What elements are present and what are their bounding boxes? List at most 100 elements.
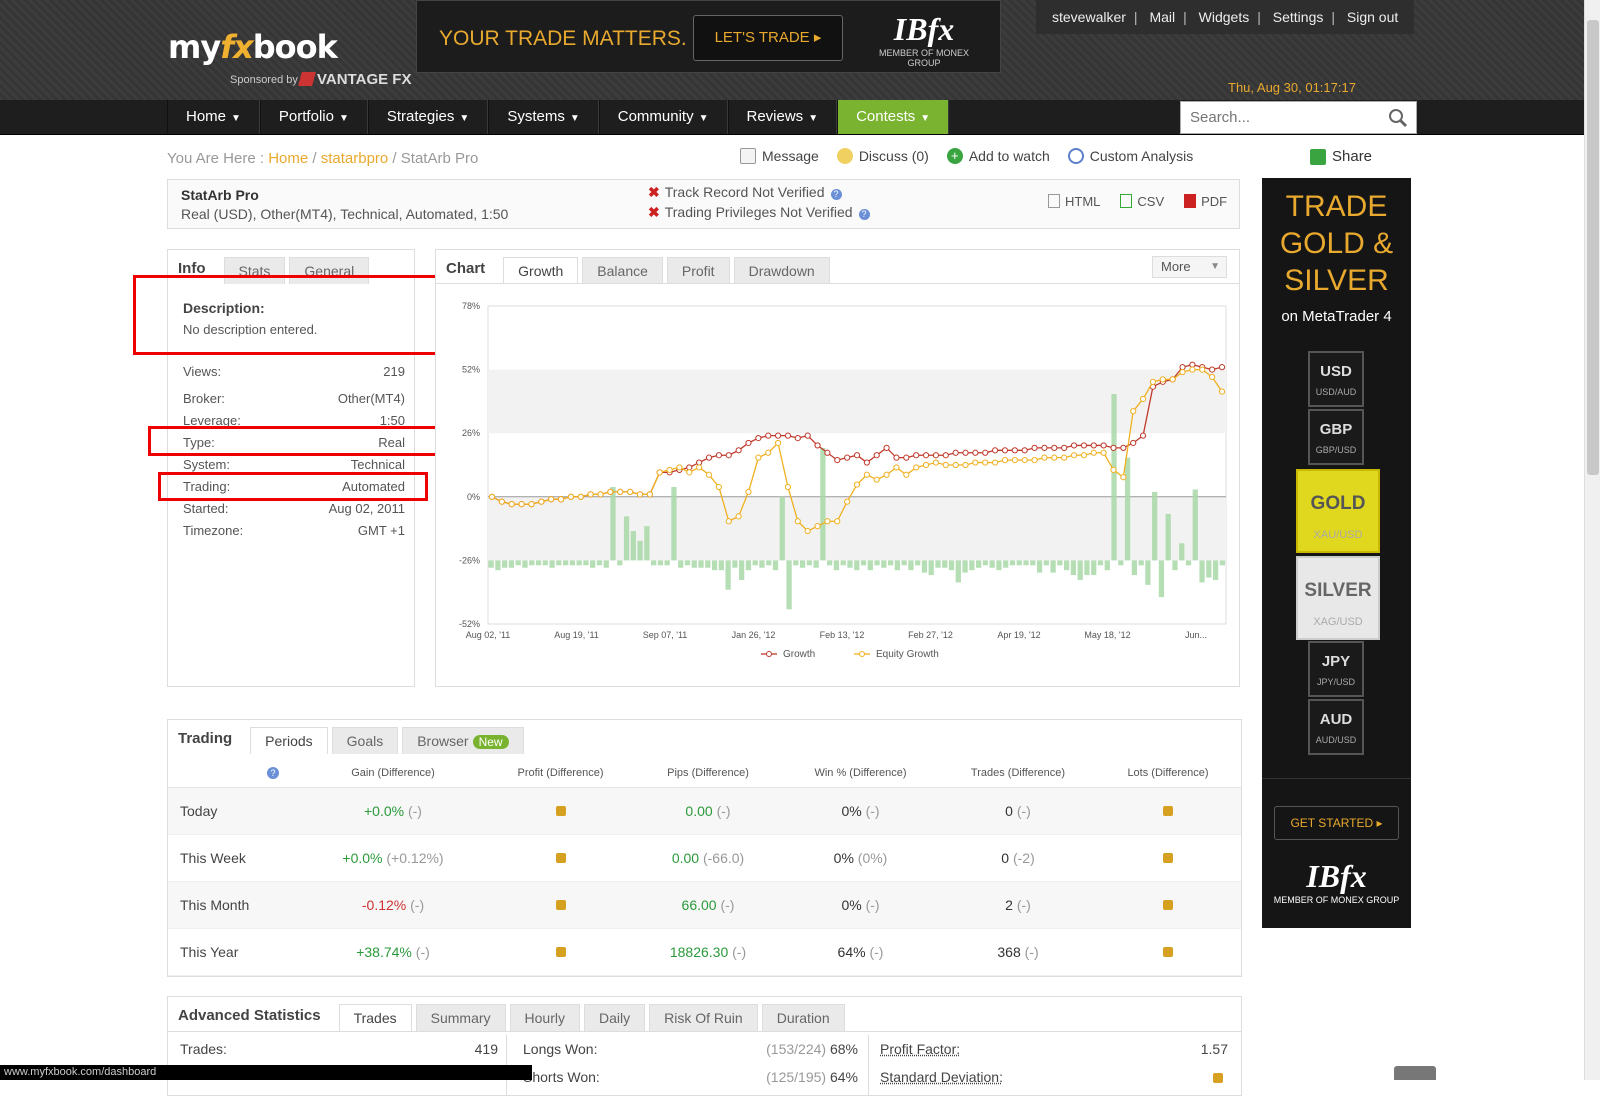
data-point [755, 454, 762, 461]
get-started-button[interactable]: GET STARTED ▸ [1274, 806, 1399, 840]
data-point [597, 491, 604, 498]
standard-deviation-label[interactable]: Standard Deviation: [880, 1069, 1003, 1085]
help-icon[interactable]: ? [830, 189, 842, 200]
nav-community[interactable]: Community ▼ [598, 100, 728, 134]
data-point [755, 434, 762, 442]
trading-tabs: Trading Periods Goals Browser New [168, 720, 524, 754]
tab-risk-of-ruin[interactable]: Risk Of Ruin [649, 1004, 758, 1031]
data-point [1189, 366, 1196, 373]
message-button[interactable]: Message [740, 148, 819, 164]
myfxbook-logo[interactable]: myfxbook [168, 28, 338, 66]
ad-heading-3: SILVER [1284, 264, 1389, 297]
data-point [1061, 444, 1068, 451]
nav-home[interactable]: Home ▼ [167, 100, 260, 134]
nav-strategies[interactable]: Strategies ▼ [367, 100, 489, 134]
profit-bar [623, 516, 630, 561]
profit-bar [1124, 457, 1131, 561]
data-point [636, 491, 644, 498]
lock-icon [1163, 900, 1173, 910]
info-row-broker: Broker: Other(MT4) [183, 391, 405, 406]
profit-bar [1185, 560, 1192, 566]
search-input[interactable] [1181, 102, 1371, 133]
search-icon[interactable] [1388, 108, 1408, 128]
breadcrumb-user[interactable]: statarbpro [321, 150, 389, 167]
tab-summary[interactable]: Summary [415, 1004, 506, 1031]
profit-bar [1145, 560, 1151, 585]
settings-link[interactable]: Settings [1273, 9, 1324, 25]
data-point [765, 449, 772, 456]
tab-browser[interactable]: Browser New [402, 727, 524, 754]
profit-bar [1077, 560, 1083, 580]
sign-out-link[interactable]: Sign out [1347, 9, 1398, 25]
profit-bar [1064, 560, 1070, 571]
username-link[interactable]: stevewalker [1052, 9, 1126, 25]
nav-contests[interactable]: Contests ▼ [837, 100, 950, 134]
data-point [1021, 457, 1028, 464]
col-win: Win % (Difference) [814, 766, 907, 779]
discuss-button[interactable]: Discuss (0) [836, 148, 929, 164]
ad-subheading: on MetaTrader 4 [1281, 308, 1392, 325]
data-point [824, 518, 831, 525]
add-to-watch-button[interactable]: + Add to watch [946, 148, 1050, 164]
data-point [567, 493, 575, 500]
lots-cell [1098, 850, 1238, 866]
tab-profit[interactable]: Profit [666, 257, 730, 284]
tab-balance[interactable]: Balance [582, 257, 663, 284]
export-html-link[interactable]: HTML [1048, 194, 1100, 209]
x-tick-label: Feb 13, '12 [820, 630, 865, 640]
profit-bar [1111, 394, 1117, 561]
data-point [804, 432, 811, 439]
help-icon[interactable]: ? [267, 766, 279, 779]
nav-reviews[interactable]: Reviews ▼ [727, 100, 838, 134]
tab-drawdown[interactable]: Drawdown [733, 257, 830, 284]
data-point [1120, 444, 1127, 451]
export-pdf-link[interactable]: PDF [1184, 194, 1227, 209]
share-button[interactable]: Share [1310, 148, 1372, 165]
tab-goals[interactable]: Goals [331, 727, 399, 754]
nav-portfolio[interactable]: Portfolio ▼ [259, 100, 368, 134]
scroll-to-top-button[interactable] [1394, 1066, 1436, 1080]
growth-chart[interactable]: 78% 52% 26% 0% -26% -52%Aug 02, '11 Aug 19, '1… [436, 286, 1239, 686]
custom-analysis-button[interactable]: Custom Analysis [1067, 148, 1193, 164]
data-point [518, 501, 525, 508]
ad-heading-1: TRADE [1285, 190, 1388, 223]
profit-bar [969, 560, 975, 571]
pair-tile-aud: AUD AUD/USD [1308, 699, 1364, 755]
tab-growth[interactable]: Growth [503, 257, 579, 284]
win-cell: 0% (-) [841, 897, 880, 913]
lets-trade-button[interactable]: LET'S TRADE ▸ [693, 15, 843, 61]
data-point [794, 518, 801, 525]
profit-bar [928, 560, 934, 576]
tab-daily[interactable]: Daily [584, 1004, 646, 1031]
data-point [992, 459, 999, 466]
sponsor-logo[interactable]: VANTAGE FX [298, 71, 411, 88]
tab-trades[interactable]: Trades [338, 1004, 412, 1031]
profit-bar [1138, 560, 1144, 566]
chevron-down-icon: ▼ [920, 113, 931, 124]
vertical-scrollbar[interactable] [1584, 0, 1600, 1080]
nav-systems[interactable]: Systems ▼ [488, 100, 599, 134]
data-point [1100, 449, 1107, 456]
profit-bar [657, 560, 664, 566]
pips-cell: 0.00 (-) [685, 803, 731, 819]
help-icon[interactable]: ? [858, 209, 870, 220]
period-cell: This Month [180, 897, 250, 913]
pair-tile-silver: SILVER XAG/USD [1296, 556, 1380, 640]
widgets-link[interactable]: Widgets [1199, 9, 1250, 25]
profit-factor-label[interactable]: Profit Factor: [880, 1041, 960, 1057]
profit-bar [732, 560, 738, 568]
tab-duration[interactable]: Duration [761, 1004, 845, 1031]
tab-periods[interactable]: Periods [250, 727, 328, 754]
top-ad-banner[interactable]: YOUR TRADE MATTERS. LET'S TRADE ▸ IBfx M… [416, 0, 1001, 73]
mail-link[interactable]: Mail [1149, 9, 1175, 25]
export-csv-link[interactable]: CSV [1120, 194, 1164, 209]
side-ad[interactable]: TRADE GOLD & SILVER on MetaTrader 4 USD U… [1262, 178, 1411, 928]
more-dropdown[interactable]: More ▼ [1152, 256, 1227, 278]
chevron-down-icon: ▼ [1210, 261, 1220, 272]
data-point [932, 459, 940, 466]
col-gain: Gain (Difference) [351, 766, 435, 779]
scrollbar-thumb[interactable] [1587, 20, 1599, 475]
tab-hourly[interactable]: Hourly [509, 1004, 580, 1031]
breadcrumb-home[interactable]: Home [268, 150, 308, 167]
ibfx-logo: IBfx MEMBER OF MONEX GROUP [878, 11, 969, 68]
